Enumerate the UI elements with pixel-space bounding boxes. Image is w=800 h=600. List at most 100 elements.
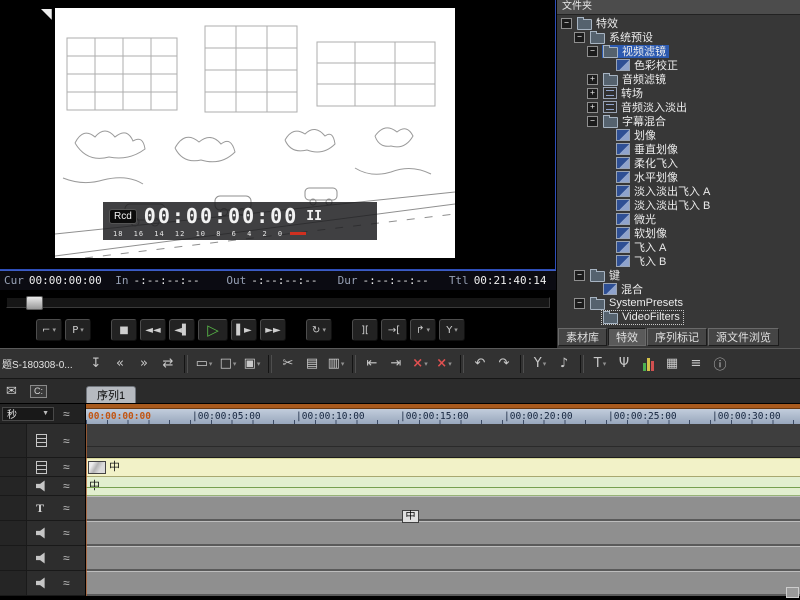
track-header-3[interactable]: T≈ (0, 496, 85, 521)
collapse-icon[interactable]: − (561, 18, 572, 29)
collapse-icon[interactable]: − (574, 32, 585, 43)
track-header-5[interactable]: ≈ (0, 546, 85, 571)
ruler-scale[interactable]: 00:00:00:00|00:00:05:00|00:00:10:00|00:0… (86, 409, 800, 424)
track-expand-icon[interactable]: ≈ (63, 577, 70, 589)
collapse-icon[interactable]: − (587, 116, 598, 127)
new-sequence-button[interactable]: ▭▾ (193, 352, 215, 376)
chevron-down-icon[interactable]: ▾ (233, 360, 237, 368)
chevron-down-icon[interactable]: ▾ (424, 360, 428, 368)
ripple-delete-button[interactable]: ×▾ (433, 352, 455, 376)
add-track-button[interactable]: Y▾ (529, 352, 551, 376)
ripple-trim-button[interactable]: ⇥ (385, 352, 407, 376)
audio-track-1-lane[interactable]: 中 (86, 477, 800, 496)
tree-item-3[interactable]: 色彩校正 (557, 58, 800, 72)
audio-mixer-button[interactable] (637, 352, 659, 376)
next-edit-point-button[interactable]: » (133, 352, 155, 376)
chevron-down-icon[interactable]: ▾ (257, 360, 261, 368)
video-track-1-lane[interactable]: 中 (86, 458, 800, 477)
video-track-icon[interactable] (36, 434, 47, 447)
video-track-icon[interactable] (36, 461, 47, 474)
tree-item-0[interactable]: −特效 (557, 16, 800, 30)
track-expand-icon[interactable]: ≈ (63, 552, 70, 564)
scrubber-track[interactable] (6, 297, 550, 308)
playhead-line[interactable] (86, 424, 87, 596)
tree-item-13[interactable]: 淡入淡出飞入 B (557, 198, 800, 212)
cut-button[interactable]: ✂ (277, 352, 299, 376)
timeline-ruler[interactable]: 00:00:00:00|00:00:05:00|00:00:10:00|00:0… (86, 404, 800, 424)
chevron-down-icon[interactable]: ▾ (209, 360, 213, 368)
speaker-icon[interactable] (36, 552, 48, 564)
expand-icon[interactable]: + (587, 74, 598, 85)
panel-tab-2[interactable]: 序列标记 (647, 328, 707, 346)
tree-item-12[interactable]: 淡入淡出飞入 A (557, 184, 800, 198)
track-header-1[interactable]: ≈ (0, 458, 85, 477)
speaker-icon[interactable] (36, 527, 48, 539)
collapse-icon[interactable]: − (574, 270, 585, 281)
speaker-icon[interactable] (36, 480, 48, 492)
chevron-down-icon[interactable]: ▾ (603, 360, 607, 368)
track-header-0[interactable]: ≈ (0, 424, 85, 458)
track-expand-icon[interactable]: ≈ (63, 435, 70, 447)
tree-item-1[interactable]: −系统预设 (557, 30, 800, 44)
collapse-icon[interactable]: − (574, 298, 585, 309)
rewind-button[interactable]: ◄◄ (140, 319, 166, 341)
save-project-button[interactable]: ▣▾ (241, 352, 263, 376)
chevron-down-icon[interactable]: ▾ (454, 326, 458, 334)
tree-item-16[interactable]: 飞入 A (557, 240, 800, 254)
paste-button[interactable]: ▥▾ (325, 352, 347, 376)
chevron-down-icon[interactable]: ▾ (426, 326, 430, 334)
track-expand-icon[interactable]: ≈ (63, 480, 70, 492)
chevron-down-icon[interactable]: ▾ (322, 326, 326, 334)
jump-to-button[interactable]: ↱▾ (410, 319, 436, 341)
sequence-tab[interactable]: 序列1 (86, 386, 136, 403)
scrollbar-corner[interactable] (786, 587, 799, 598)
tree-item-19[interactable]: 混合 (557, 282, 800, 296)
set-mark-button[interactable]: P▾ (65, 319, 91, 341)
track-expand-icon[interactable]: ≈ (63, 408, 70, 420)
delete-button[interactable]: ×▾ (409, 352, 431, 376)
loop-playback-button[interactable]: ↻▾ (306, 319, 332, 341)
panel-tab-0[interactable]: 素材库 (558, 328, 607, 346)
expand-icon[interactable]: + (587, 88, 598, 99)
undo-button[interactable]: ↶ (469, 352, 491, 376)
track-header-4[interactable]: ≈ (0, 521, 85, 546)
effect-settings-button[interactable]: ≡ (685, 352, 707, 376)
layout-button[interactable]: ▦ (661, 352, 683, 376)
voiceover-button[interactable]: Ψ (613, 352, 635, 376)
tree-item-7[interactable]: −字幕混合 (557, 114, 800, 128)
tree-item-14[interactable]: 微光 (557, 212, 800, 226)
insert-overwrite-toggle-button[interactable]: ⇄ (157, 352, 179, 376)
tree-item-18[interactable]: −键 (557, 268, 800, 282)
expand-icon[interactable]: + (587, 102, 598, 113)
panel-tab-3[interactable]: 源文件浏览 (708, 328, 779, 346)
set-mark-in-button[interactable]: ⌐▾ (36, 319, 62, 341)
tree-item-11[interactable]: 水平划像 (557, 170, 800, 184)
mail-icon[interactable]: ✉ (6, 383, 17, 399)
tree-item-2[interactable]: −视频滤镜 (557, 44, 800, 58)
tree-item-21[interactable]: VideoFilters (557, 310, 800, 324)
tree-item-9[interactable]: 垂直划像 (557, 142, 800, 156)
copy-button[interactable]: ▤ (301, 352, 323, 376)
chevron-down-icon[interactable]: ▾ (543, 360, 547, 368)
title-clip[interactable]: 中 (402, 510, 419, 523)
fast-forward-button[interactable]: ►► (260, 319, 286, 341)
info-button[interactable]: ⓘ (709, 352, 731, 376)
track-expand-icon[interactable]: ≈ (63, 527, 70, 539)
chevron-down-icon[interactable]: ▾ (52, 326, 56, 334)
track-header-2[interactable]: ≈ (0, 477, 85, 496)
time-scale-dropdown[interactable]: 秒 ▼ (2, 407, 54, 421)
chevron-down-icon[interactable]: ▾ (448, 360, 452, 368)
stop-button[interactable]: ■ (111, 319, 137, 341)
mute-track-button[interactable]: ♪ (553, 352, 575, 376)
scrubber-handle[interactable] (26, 296, 43, 310)
audio-track-2-lane[interactable] (86, 521, 800, 546)
previous-frame-button[interactable]: ◄▌ (169, 319, 195, 341)
add-marker-button[interactable]: ↧ (85, 352, 107, 376)
track-expand-icon[interactable]: ≈ (63, 461, 70, 473)
open-project-button[interactable]: □▾ (217, 352, 239, 376)
audio-clip[interactable]: 中 (86, 477, 800, 496)
video-track-2-lane[interactable] (86, 424, 800, 458)
tree-item-10[interactable]: 柔化飞入 (557, 156, 800, 170)
chevron-down-icon[interactable]: ▾ (80, 326, 84, 334)
audio-track-4-lane[interactable] (86, 571, 800, 596)
